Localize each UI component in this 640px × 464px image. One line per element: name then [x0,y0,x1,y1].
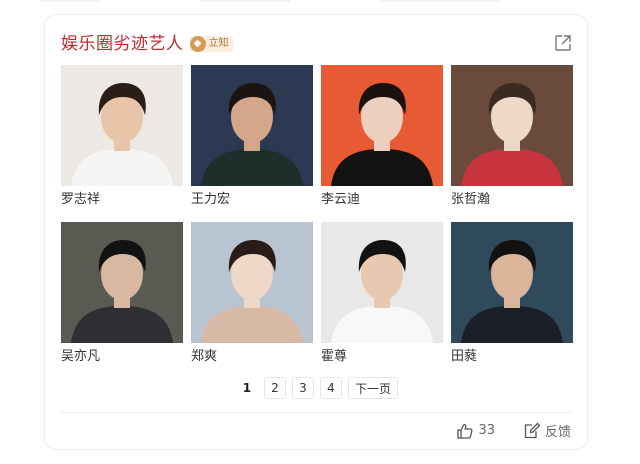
person-card[interactable]: 吴亦凡 [61,222,183,367]
person-name[interactable]: 郑爽 [191,347,313,367]
person-name[interactable]: 吴亦凡 [61,347,183,367]
person-photo[interactable] [451,222,573,343]
footer-divider [61,412,571,413]
person-photo[interactable] [191,65,313,186]
top-strip-segment [40,0,100,2]
page-button[interactable]: 4 [319,377,342,399]
portrait-image [61,222,183,343]
person-photo[interactable] [61,222,183,343]
person-name[interactable]: 霍尊 [321,347,443,367]
result-card: 娱乐圈劣迹艺人 ◆ 立知 罗志祥 王力宏 李云迪 张哲瀚吴亦凡 郑爽 霍尊 田蕤 1234下… [44,14,588,450]
card-footer: 33 反馈 [456,421,571,440]
person-photo[interactable] [321,65,443,186]
person-photo[interactable] [61,65,183,186]
person-card[interactable]: 郑爽 [191,222,313,367]
edit-icon [524,422,541,438]
like-button[interactable]: 33 [456,422,495,440]
lizhi-badge[interactable]: ◆ 立知 [189,36,233,52]
lizhi-badge-label: 立知 [208,38,229,49]
person-name[interactable]: 罗志祥 [61,190,183,210]
page-button[interactable]: 3 [291,377,314,399]
card-header: 娱乐圈劣迹艺人 ◆ 立知 [61,33,233,55]
portrait-image [191,65,313,186]
person-name[interactable]: 王力宏 [191,190,313,210]
feedback-button[interactable]: 反馈 [523,421,571,440]
portrait-image [451,65,573,186]
person-name[interactable]: 张哲瀚 [451,190,573,210]
top-strip-segment [380,0,500,2]
thumbs-up-icon [457,423,473,439]
portrait-image [321,65,443,186]
person-photo[interactable] [451,65,573,186]
person-card[interactable]: 霍尊 [321,222,443,367]
top-strip-segment [200,0,290,2]
person-card[interactable]: 王力宏 [191,65,313,210]
person-card[interactable]: 张哲瀚 [451,65,573,210]
like-count: 33 [478,423,495,438]
person-photo[interactable] [321,222,443,343]
share-icon[interactable] [553,33,573,53]
person-name[interactable]: 田蕤 [451,347,573,367]
portrait-image [321,222,443,343]
person-card[interactable]: 罗志祥 [61,65,183,210]
next-page-button[interactable]: 下一页 [347,377,398,399]
page-button[interactable]: 1 [236,377,258,399]
portrait-image [61,65,183,186]
portrait-image [191,222,313,343]
pagination: 1 2 3 4 下一页 [45,377,589,399]
person-card[interactable]: 田蕤 [451,222,573,367]
feedback-label: 反馈 [544,425,571,440]
card-title[interactable]: 娱乐圈劣迹艺人 [61,33,184,55]
lizhi-badge-icon: ◆ [189,36,206,52]
person-photo[interactable] [191,222,313,343]
top-strip [0,0,640,6]
person-name[interactable]: 李云迪 [321,190,443,210]
page-button[interactable]: 2 [263,377,286,399]
person-card[interactable]: 李云迪 [321,65,443,210]
portrait-image [451,222,573,343]
